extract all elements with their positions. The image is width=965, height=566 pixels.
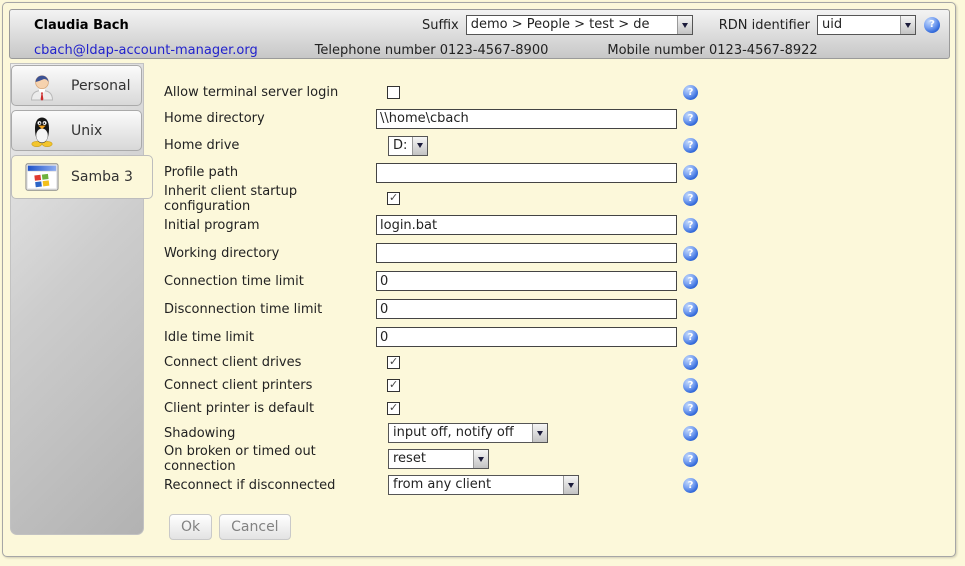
help-icon[interactable]: ? [683,378,698,393]
form-row: Connection time limit? [164,267,698,295]
help-icon[interactable]: ? [683,478,698,493]
help-icon[interactable]: ? [683,401,698,416]
tab-samba3[interactable]: Samba 3 [11,155,153,199]
text-input[interactable] [376,243,677,263]
rdn-identifier-label: RDN identifier [719,18,810,33]
telephone-number: Telephone number 0123-4567-8900 [315,43,549,58]
field-label: Working directory [164,246,376,261]
checkbox[interactable] [387,192,400,205]
lam-main-window: Claudia Bach Suffix demo > People > test… [2,2,956,557]
field-label: On broken or timed out connection [164,444,376,474]
form-row: Shadowing input off, notify off? [164,420,698,446]
help-icon[interactable]: ? [683,218,698,233]
help-icon[interactable]: ? [683,191,698,206]
field-label: Allow terminal server login [164,85,376,100]
form-row: Allow terminal server login? [164,79,698,105]
field-label: Initial program [164,218,376,233]
windows-icon [25,162,59,192]
account-header: Claudia Bach Suffix demo > People > test… [9,9,950,59]
person-icon [25,70,59,102]
checkbox[interactable] [387,356,400,369]
rdn-identifier-select[interactable]: uid [817,15,916,35]
field-label: Home directory [164,111,376,126]
help-icon[interactable]: ? [683,330,698,345]
help-icon[interactable]: ? [683,452,698,467]
help-icon[interactable]: ? [924,17,940,33]
email-link[interactable]: cbach@ldap-account-manager.org [34,43,258,58]
chevron-down-icon[interactable] [532,424,547,442]
tab-personal[interactable]: Personal [11,65,142,106]
dropdown-select[interactable]: reset [388,449,489,469]
field-label: Profile path [164,165,376,180]
ok-button[interactable]: Ok [169,514,212,540]
samba-settings-form: Allow terminal server login?Home directo… [164,79,698,540]
help-icon[interactable]: ? [683,138,698,153]
form-row: On broken or timed out connection reset? [164,446,698,472]
form-row: Home directory? [164,105,698,132]
dropdown-select[interactable]: D: [388,136,428,156]
field-label: Client printer is default [164,401,376,416]
text-input[interactable] [376,327,677,347]
help-icon[interactable]: ? [683,246,698,261]
chevron-down-icon[interactable] [412,137,427,155]
form-row: Client printer is default? [164,397,698,420]
help-icon[interactable]: ? [683,85,698,100]
tab-unix[interactable]: Unix [11,110,142,151]
help-icon[interactable]: ? [683,111,698,126]
form-row: Disconnection time limit? [164,295,698,323]
text-input[interactable] [376,299,677,319]
form-row: Initial program? [164,211,698,239]
cancel-button[interactable]: Cancel [219,514,290,540]
form-row: Working directory? [164,239,698,267]
help-icon[interactable]: ? [683,355,698,370]
tab-label: Personal [71,78,131,94]
checkbox[interactable] [387,86,400,99]
form-row: Idle time limit? [164,323,698,351]
checkbox[interactable] [387,402,400,415]
field-label: Shadowing [164,426,376,441]
tab-label: Unix [71,123,102,139]
tab-label: Samba 3 [71,169,133,185]
module-tabs: Personal Unix [11,65,157,203]
text-input[interactable] [376,215,677,235]
suffix-label: Suffix [422,18,459,33]
checkbox[interactable] [387,379,400,392]
text-input[interactable] [376,163,677,183]
chevron-down-icon[interactable] [473,450,488,468]
field-label: Inherit client startup configuration [164,184,376,214]
form-row: Home drive D:? [164,132,698,159]
form-row: Connect client drives? [164,351,698,374]
help-icon[interactable]: ? [683,302,698,317]
form-row: Connect client printers? [164,374,698,397]
field-label: Home drive [164,138,376,153]
mobile-number: Mobile number 0123-4567-8922 [607,43,817,58]
field-label: Connection time limit [164,274,376,289]
form-row: Profile path? [164,159,698,186]
help-icon[interactable]: ? [683,165,698,180]
field-label: Connect client printers [164,378,376,393]
dropdown-select[interactable]: from any client [388,475,579,495]
chevron-down-icon[interactable] [563,476,578,494]
dropdown-select[interactable]: input off, notify off [388,423,548,443]
help-icon[interactable]: ? [683,426,698,441]
chevron-down-icon[interactable] [677,16,692,34]
tux-icon [25,115,59,147]
form-row: Inherit client startup configuration? [164,186,698,211]
chevron-down-icon[interactable] [900,16,915,34]
field-label: Idle time limit [164,330,376,345]
form-buttons: Ok Cancel [164,514,698,540]
account-name: Claudia Bach [34,18,129,33]
field-label: Reconnect if disconnected [164,478,376,493]
text-input[interactable] [376,109,677,129]
form-row: Reconnect if disconnected from any client… [164,472,698,498]
suffix-select[interactable]: demo > People > test > de [466,15,693,35]
field-label: Connect client drives [164,355,376,370]
text-input[interactable] [376,271,677,291]
field-label: Disconnection time limit [164,302,376,317]
help-icon[interactable]: ? [683,274,698,289]
